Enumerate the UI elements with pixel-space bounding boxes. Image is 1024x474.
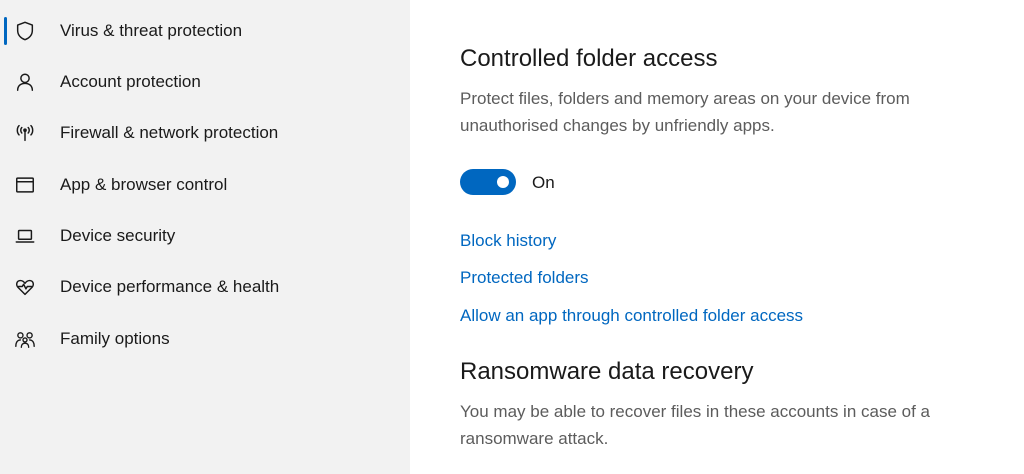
sidebar-item-account-protection[interactable]: Account protection — [0, 62, 410, 102]
controlled-folder-access-title: Controlled folder access — [460, 45, 718, 72]
person-icon — [14, 71, 36, 93]
sidebar-item-device-performance-health[interactable]: Device performance & health — [0, 267, 410, 307]
toggle-state-label: On — [532, 173, 555, 192]
browser-window-icon — [14, 174, 36, 196]
laptop-icon — [14, 225, 36, 247]
selection-indicator — [4, 17, 7, 45]
main-content: Controlled folder access Protect files, … — [410, 0, 1024, 474]
sidebar-item-label: Account protection — [60, 72, 201, 91]
sidebar-item-family-options[interactable]: Family options — [0, 319, 410, 359]
sidebar-item-label: Virus & threat protection — [60, 21, 243, 40]
sidebar-item-device-security[interactable]: Device security — [0, 216, 410, 256]
ransomware-recovery-title: Ransomware data recovery — [460, 358, 754, 385]
block-history-link[interactable]: Block history — [460, 231, 556, 251]
sidebar-item-label: Device performance & health — [60, 277, 280, 296]
controlled-folder-access-description: Protect files, folders and memory areas … — [460, 89, 910, 135]
sidebar-item-label: Firewall & network protection — [60, 123, 279, 142]
sidebar-item-label: App & browser control — [60, 175, 228, 194]
shield-icon — [14, 20, 36, 42]
allow-app-through-cfa-link[interactable]: Allow an app through controlled folder a… — [460, 306, 803, 326]
sidebar: Virus & threat protection Account protec… — [0, 0, 410, 474]
controlled-folder-access-toggle[interactable] — [460, 169, 516, 195]
heart-pulse-icon — [14, 276, 36, 298]
toggle-knob — [497, 176, 509, 188]
sidebar-item-label: Family options — [60, 329, 170, 348]
antenna-icon — [14, 122, 36, 144]
sidebar-item-firewall-network-protection[interactable]: Firewall & network protection — [0, 113, 410, 153]
ransomware-recovery-description: You may be able to recover files in thes… — [460, 402, 930, 448]
protected-folders-link[interactable]: Protected folders — [460, 268, 589, 288]
sidebar-item-app-browser-control[interactable]: App & browser control — [0, 165, 410, 205]
sidebar-item-label: Device security — [60, 226, 176, 245]
sidebar-item-virus-threat-protection[interactable]: Virus & threat protection — [0, 11, 410, 51]
family-icon — [14, 328, 36, 350]
